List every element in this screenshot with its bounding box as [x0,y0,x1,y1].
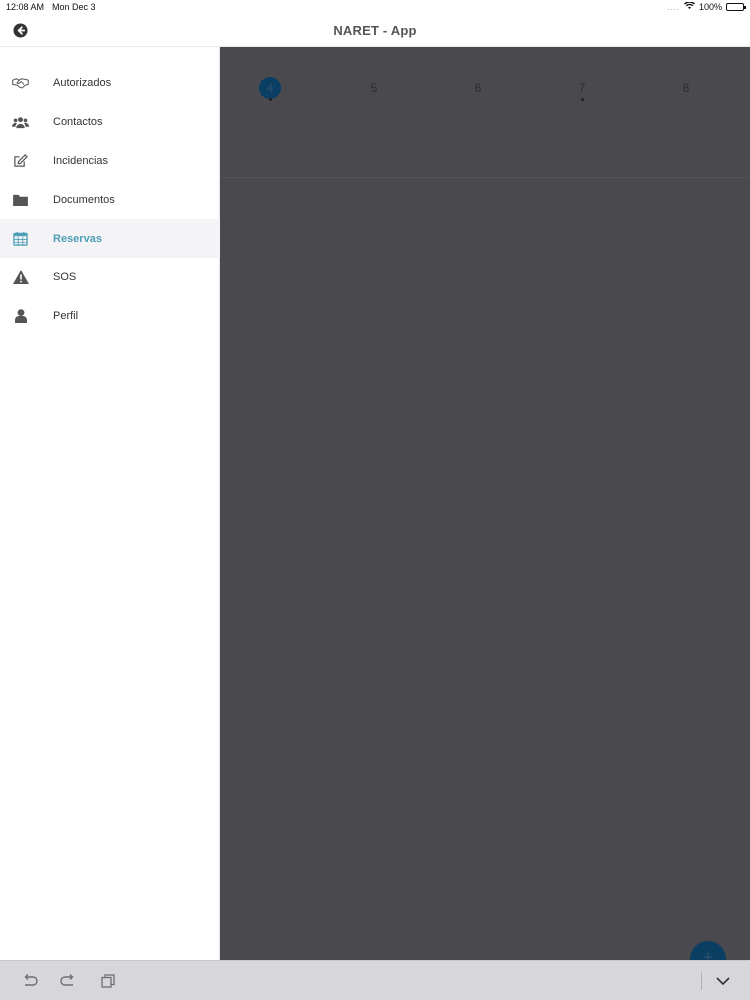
sidebar-menu: Autorizados Contactos Incidencias Docume… [0,64,220,336]
sidebar-item-label: Incidencias [53,154,109,167]
calendar-icon [12,230,29,247]
sidebar-item-contactos[interactable]: Contactos [0,103,220,142]
battery-icon [726,3,746,11]
sidebar-item-label: Reservas [53,232,102,245]
event-dot [268,98,272,101]
sidebar-item-label: Autorizados [53,77,112,90]
week-strip: 4 5 6 7 8 [220,47,750,109]
day-name [552,59,612,69]
day-name [344,59,404,69]
signal-indicator: .... [667,2,680,12]
user-icon [12,308,29,325]
status-date: Mon Dec 3 [52,2,96,12]
calendar-day[interactable]: 8 [656,47,716,99]
status-bar: 12:08 AM Mon Dec 3 .... 100% [0,0,750,14]
sidebar-item-label: Documentos [53,193,115,206]
handshake-icon [12,75,29,92]
calendar-day[interactable]: 6 [448,47,508,99]
day-name [448,59,508,69]
day-number: 4 [259,77,281,101]
main-overlay[interactable]: 45678 + [220,47,750,977]
paste-icon[interactable] [98,971,118,991]
calendar-day[interactable]: 5 [344,47,404,99]
back-circle-icon[interactable] [13,23,28,38]
chevron-down-icon[interactable] [713,971,733,991]
week-divider [220,177,750,178]
warning-icon [12,269,29,286]
bottom-toolbar [0,960,750,1000]
day-name [240,59,300,69]
day-name [656,59,716,69]
page-title: NARET - App [333,22,417,38]
sidebar-item-sos[interactable]: SOS [0,258,220,297]
wifi-icon [683,1,695,12]
folder-icon [12,191,29,208]
day-number: 6 [474,81,482,95]
calendar-day[interactable]: 4 [240,47,300,101]
day-number: 5 [370,81,378,95]
sidebar-item-reservas[interactable]: Reservas [0,219,220,258]
sidebar-item-label: Perfil [53,310,79,323]
users-icon [12,114,29,131]
sidebar-item-label: SOS [53,271,77,284]
app-header: NARET - App [0,14,750,47]
calendar-day[interactable]: 7 [552,47,612,101]
sidebar-item-perfil[interactable]: Perfil [0,297,220,336]
toolbar-divider [701,972,702,990]
sidebar-item-documentos[interactable]: Documentos [0,180,220,219]
status-time: 12:08 AM [6,2,45,12]
sidebar: Autorizados Contactos Incidencias Docume… [0,47,220,960]
day-number: 8 [682,81,690,95]
redo-icon[interactable] [58,971,78,991]
sidebar-item-incidencias[interactable]: Incidencias [0,142,220,181]
event-dot [580,98,584,101]
undo-icon[interactable] [20,971,40,991]
sidebar-item-label: Contactos [53,116,103,129]
edit-icon [12,152,29,169]
sidebar-item-autorizados[interactable]: Autorizados [0,64,220,103]
day-number: 7 [552,77,612,101]
battery-label: 100% [698,2,722,12]
